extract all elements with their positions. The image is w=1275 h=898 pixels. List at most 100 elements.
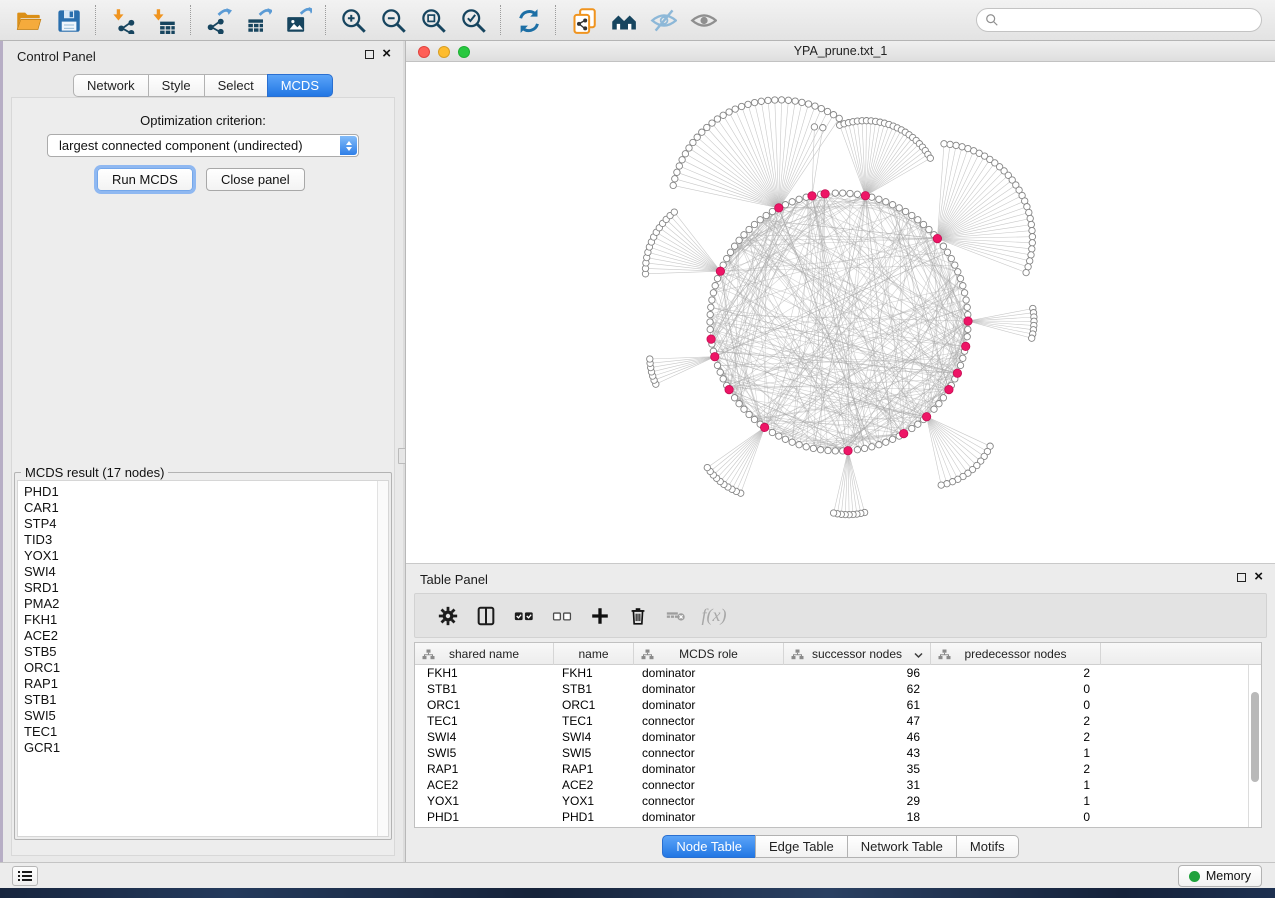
result-list-item[interactable]: SWI4 (24, 564, 388, 580)
duplicate-network-icon (570, 7, 597, 34)
zoom-in-button[interactable] (333, 3, 373, 37)
export-network-icon (205, 7, 232, 34)
table-row[interactable]: SWI4SWI4dominator462 (415, 729, 1261, 745)
close-panel-button[interactable]: Close panel (206, 168, 305, 191)
result-list-scrollbar[interactable] (377, 481, 388, 836)
add-row-button[interactable] (581, 598, 619, 634)
import-table-button[interactable] (143, 3, 183, 37)
result-list-item[interactable]: STP4 (24, 516, 388, 532)
import-table-icon (150, 7, 177, 34)
table-row[interactable]: RAP1RAP1dominator352 (415, 761, 1261, 777)
table-row[interactable]: FKH1FKH1dominator962 (415, 665, 1261, 681)
network-window-title: YPA_prune.txt_1 (406, 44, 1275, 58)
network-window-titlebar[interactable]: YPA_prune.txt_1 (406, 41, 1275, 62)
table-scrollbar-thumb[interactable] (1251, 692, 1259, 782)
delete-row-button[interactable] (619, 598, 657, 634)
splitter-grip[interactable] (398, 448, 406, 464)
cell-name: YOX1 (554, 793, 634, 809)
result-list-item[interactable]: YOX1 (24, 548, 388, 564)
result-list-item[interactable]: TID3 (24, 532, 388, 548)
column-header-name[interactable]: name (554, 643, 634, 665)
result-list-item[interactable]: STB5 (24, 644, 388, 660)
export-image-button[interactable] (278, 3, 318, 37)
close-panel-icon[interactable]: × (382, 48, 391, 60)
run-mcds-button[interactable]: Run MCDS (97, 168, 193, 191)
deselect-all-button[interactable] (543, 598, 581, 634)
column-header-shared-name[interactable]: shared name (415, 643, 554, 665)
zoom-out-button[interactable] (373, 3, 413, 37)
table-toolbar: f(x) (414, 593, 1267, 638)
search-box[interactable] (976, 8, 1262, 32)
close-table-panel-icon[interactable]: × (1254, 571, 1263, 583)
column-label: successor nodes (812, 647, 902, 661)
zoom-fit-button[interactable] (413, 3, 453, 37)
table-row[interactable]: STB1STB1dominator620 (415, 681, 1261, 697)
column-header-MCDS-role[interactable]: MCDS role (634, 643, 784, 665)
result-list-item[interactable]: RAP1 (24, 676, 388, 692)
column-header-predecessor-nodes[interactable]: predecessor nodes (931, 643, 1101, 665)
panel-menu-button[interactable] (12, 866, 38, 886)
tab-motifs[interactable]: Motifs (956, 835, 1019, 858)
tab-network[interactable]: Network (73, 74, 149, 97)
table-row[interactable]: ACE2ACE2connector311 (415, 777, 1261, 793)
control-panel: Control Panel × NetworkStyleSelectMCDS O… (3, 41, 403, 862)
result-list-item[interactable]: PHD1 (24, 484, 388, 500)
memory-button-label: Memory (1206, 869, 1251, 883)
mcds-result-list[interactable]: PHD1CAR1STP4TID3YOX1SWI4SRD1PMA2FKH1ACE2… (17, 480, 389, 837)
export-network-button[interactable] (198, 3, 238, 37)
result-list-item[interactable]: GCR1 (24, 740, 388, 756)
export-table-button[interactable] (238, 3, 278, 37)
column-header-successor-nodes[interactable]: successor nodes (784, 643, 931, 665)
table-scrollbar[interactable] (1248, 665, 1261, 827)
result-list-item[interactable]: SWI5 (24, 708, 388, 724)
show-all-button[interactable] (683, 3, 723, 37)
open-file-button[interactable] (8, 3, 48, 37)
first-neighbors-button[interactable] (603, 3, 643, 37)
tab-network-table[interactable]: Network Table (847, 835, 957, 858)
column-label: predecessor nodes (964, 647, 1066, 661)
zoom-selected-button[interactable] (453, 3, 493, 37)
result-list-item[interactable]: ORC1 (24, 660, 388, 676)
tab-style[interactable]: Style (148, 74, 205, 97)
result-list-item[interactable]: FKH1 (24, 612, 388, 628)
table-row[interactable]: ORC1ORC1dominator610 (415, 697, 1261, 713)
float-panel-icon[interactable] (365, 50, 374, 59)
result-list-item[interactable]: ACE2 (24, 628, 388, 644)
cell-shared-name: RAP1 (415, 761, 554, 777)
float-table-panel-icon[interactable] (1237, 573, 1246, 582)
table-row[interactable]: TEC1TEC1connector472 (415, 713, 1261, 729)
save-session-button[interactable] (48, 3, 88, 37)
control-panel-window-controls: × (365, 48, 391, 60)
result-list-item[interactable]: TEC1 (24, 724, 388, 740)
cell-predecessor-nodes: 1 (931, 793, 1101, 809)
table-panel-tabs: Node TableEdge TableNetwork TableMotifs (406, 835, 1275, 858)
tab-select[interactable]: Select (204, 74, 268, 97)
memory-button[interactable]: Memory (1178, 865, 1262, 887)
cell-shared-name: TEC1 (415, 713, 554, 729)
tab-mcds[interactable]: MCDS (267, 74, 333, 97)
table-row[interactable]: PHD1PHD1dominator180 (415, 809, 1261, 825)
criterion-select[interactable]: largest connected component (undirected) (47, 134, 359, 157)
table-row[interactable]: SWI5SWI5connector431 (415, 745, 1261, 761)
tab-edge-table[interactable]: Edge Table (755, 835, 848, 858)
select-all-button[interactable] (505, 598, 543, 634)
result-list-item[interactable]: CAR1 (24, 500, 388, 516)
duplicate-network-button[interactable] (563, 3, 603, 37)
tab-node-table[interactable]: Node Table (662, 835, 756, 858)
cell-MCDS-role: dominator (634, 697, 784, 713)
import-network-button[interactable] (103, 3, 143, 37)
result-list-item[interactable]: PMA2 (24, 596, 388, 612)
search-input[interactable] (999, 10, 1261, 30)
split-columns-button[interactable] (467, 598, 505, 634)
show-all-icon (690, 7, 717, 34)
gear-button[interactable] (429, 598, 467, 634)
table-row[interactable]: YOX1YOX1connector291 (415, 793, 1261, 809)
table-panel-window-controls: × (1237, 571, 1263, 583)
result-list-item[interactable]: STB1 (24, 692, 388, 708)
result-list-item[interactable]: SRD1 (24, 580, 388, 596)
cell-predecessor-nodes: 0 (931, 809, 1101, 825)
hide-selected-button[interactable] (643, 3, 683, 37)
refresh-layout-button[interactable] (508, 3, 548, 37)
network-canvas[interactable] (406, 62, 1275, 563)
criterion-select-value: largest connected component (undirected) (59, 138, 303, 153)
